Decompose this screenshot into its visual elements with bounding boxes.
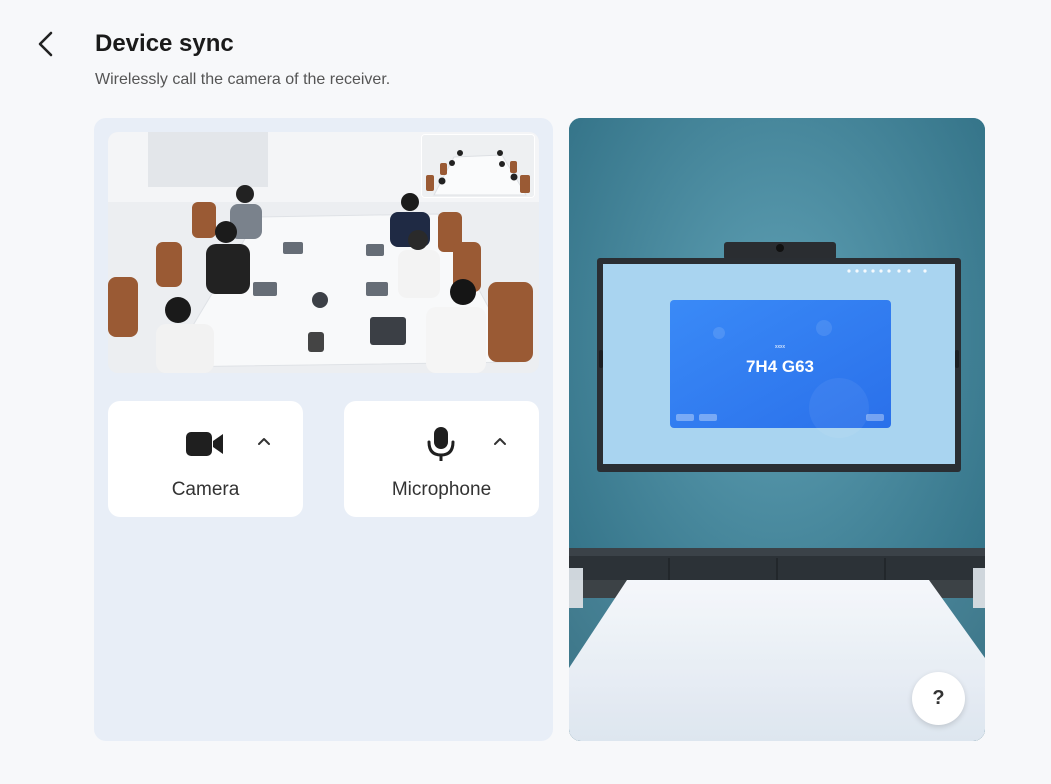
camera-label: Camera bbox=[171, 479, 240, 500]
page-title: Device sync bbox=[95, 30, 234, 57]
pairing-code: 7H4 G63 bbox=[746, 357, 814, 376]
microphone-icon[interactable] bbox=[421, 427, 461, 461]
receiver-display-illustration: xxxx 7H4 G63 bbox=[569, 118, 985, 741]
camera-options-chevron-up-icon[interactable] bbox=[254, 431, 274, 451]
page-subtitle: Wirelessly call the camera of the receiv… bbox=[95, 71, 391, 88]
microphone-control-card[interactable]: Microphone bbox=[344, 401, 539, 517]
camera-control-panel: Camera Microphone bbox=[94, 118, 553, 741]
camera-preview bbox=[108, 132, 539, 373]
chevron-left-icon bbox=[38, 31, 53, 57]
conference-room-scene: xxxx 7H4 G63 bbox=[569, 118, 985, 741]
camera-control-card[interactable]: Camera bbox=[108, 401, 303, 517]
microphone-options-chevron-up-icon[interactable] bbox=[490, 431, 510, 451]
microphone-label: Microphone bbox=[391, 479, 492, 500]
help-button[interactable]: ? bbox=[912, 672, 965, 725]
pip-meeting-photo bbox=[422, 135, 534, 197]
wifi-name-text: xxxx bbox=[775, 344, 786, 350]
back-button[interactable] bbox=[30, 28, 62, 60]
pip-camera-preview bbox=[421, 134, 535, 198]
video-camera-icon[interactable] bbox=[185, 427, 225, 461]
